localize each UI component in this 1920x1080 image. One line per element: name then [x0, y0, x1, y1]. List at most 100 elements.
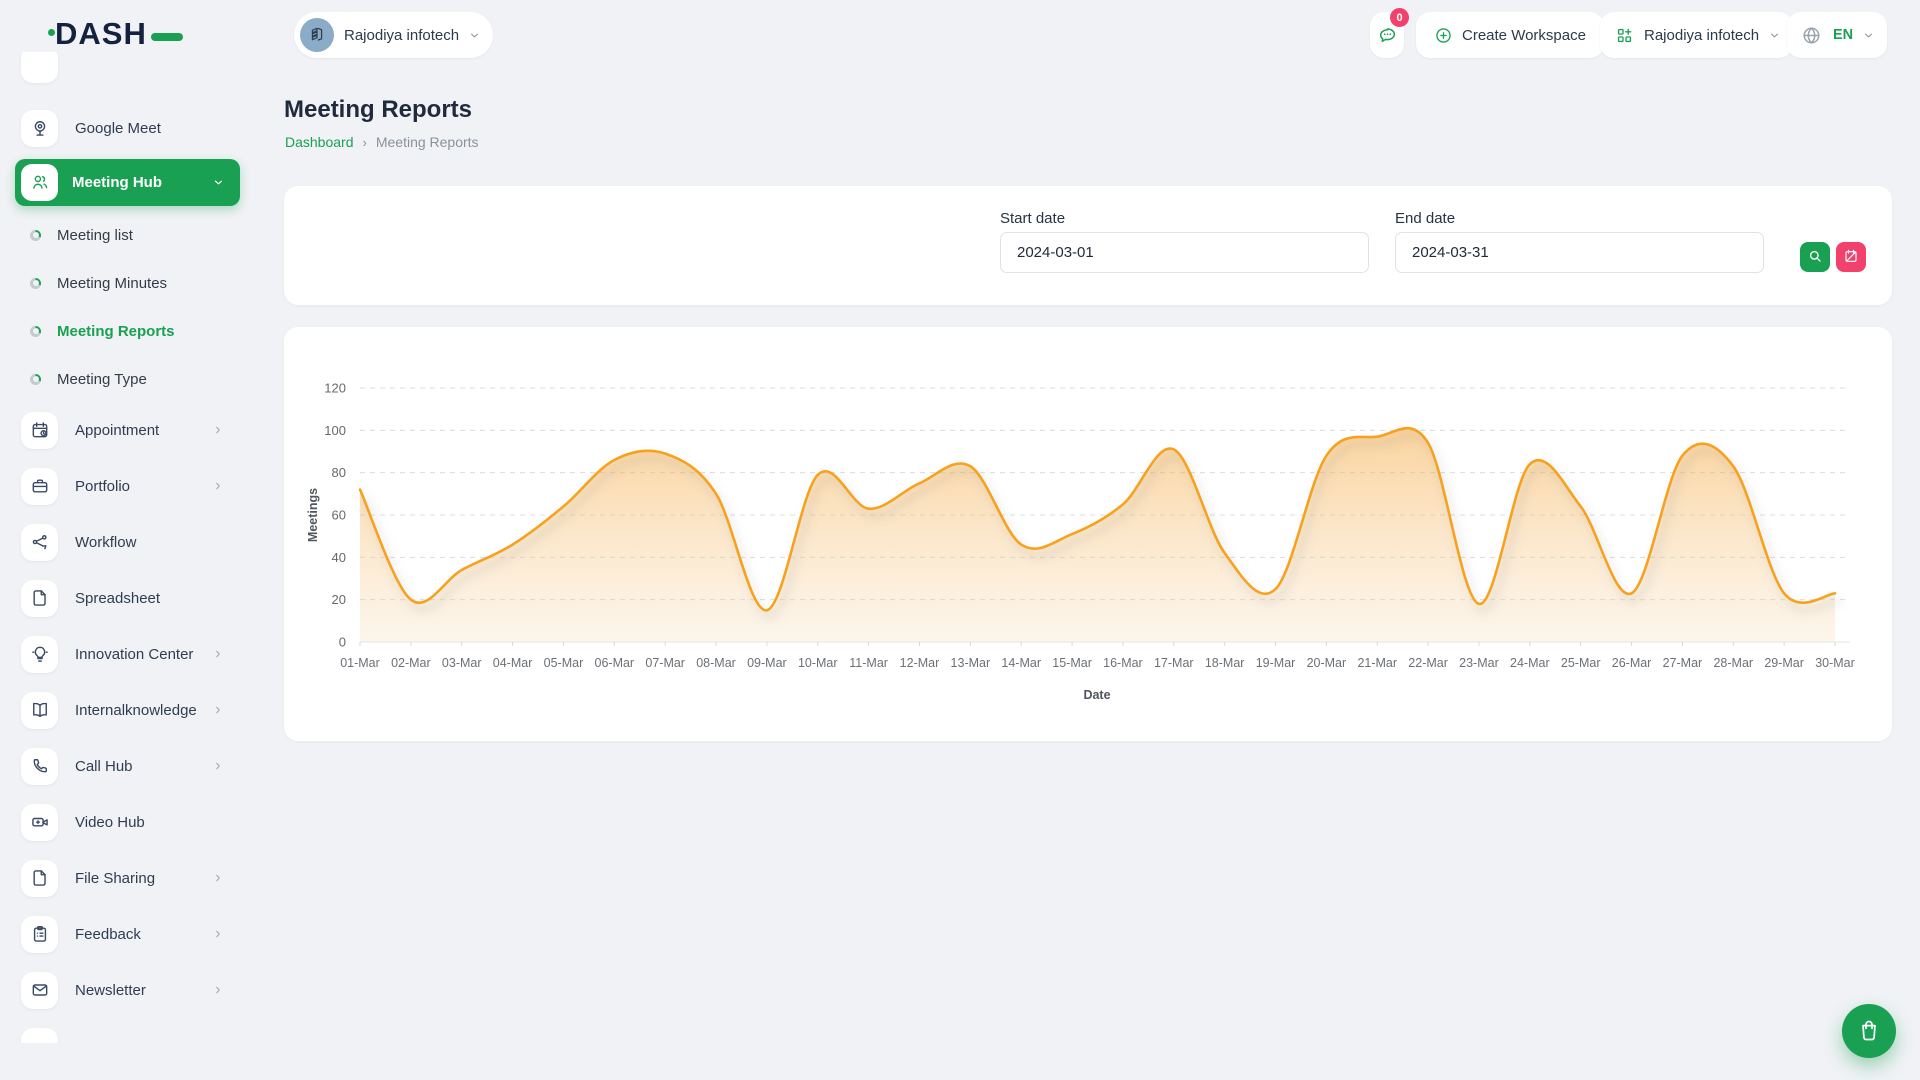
sidebar-item-meeting-hub[interactable]: Meeting Hub: [15, 159, 240, 206]
svg-text:0: 0: [339, 635, 346, 650]
date-filter-card: Start date End date: [284, 186, 1892, 305]
svg-text:19-Mar: 19-Mar: [1256, 656, 1296, 670]
svg-text:120: 120: [324, 381, 346, 396]
sidebar-item-file-sharing[interactable]: File Sharing: [0, 856, 250, 900]
end-date-input[interactable]: [1395, 232, 1764, 273]
svg-text:08-Mar: 08-Mar: [696, 656, 736, 670]
sidebar-item-innovation-center[interactable]: Innovation Center: [0, 632, 250, 676]
svg-text:07-Mar: 07-Mar: [645, 656, 685, 670]
chevron-right-icon: [212, 872, 224, 884]
bullet-icon: [30, 326, 41, 337]
svg-text:22-Mar: 22-Mar: [1408, 656, 1448, 670]
sidebar-subitem-meeting-list[interactable]: Meeting list: [0, 218, 250, 252]
sidebar-subitem-meeting-reports[interactable]: Meeting Reports: [0, 314, 250, 348]
sidebar-partial-item-top[interactable]: [21, 52, 58, 83]
shopping-bag-icon: [1856, 1017, 1882, 1046]
svg-text:09-Mar: 09-Mar: [747, 656, 787, 670]
svg-text:20: 20: [332, 592, 346, 607]
svg-text:26-Mar: 26-Mar: [1612, 656, 1652, 670]
breadcrumb-separator: ›: [363, 135, 367, 150]
svg-text:Meetings: Meetings: [306, 488, 320, 542]
chevron-right-icon: [212, 928, 224, 940]
sidebar-item-portfolio[interactable]: Portfolio: [0, 464, 250, 508]
sidebar-item-label: Meeting Hub: [72, 174, 212, 191]
sidebar-subitem-label: Meeting list: [57, 227, 133, 244]
svg-text:06-Mar: 06-Mar: [595, 656, 635, 670]
phone-icon: [21, 748, 58, 785]
reset-button[interactable]: [1836, 242, 1866, 272]
svg-text:02-Mar: 02-Mar: [391, 656, 431, 670]
chevron-right-icon: [212, 480, 224, 492]
svg-text:13-Mar: 13-Mar: [951, 656, 991, 670]
sidebar-item-label: Spreadsheet: [75, 590, 250, 607]
svg-text:14-Mar: 14-Mar: [1001, 656, 1041, 670]
book-icon: [21, 692, 58, 729]
sidebar-item-label: File Sharing: [75, 870, 212, 887]
sidebar-item-label: Innovation Center: [75, 646, 212, 663]
svg-text:40: 40: [332, 550, 346, 565]
chevron-right-icon: [212, 704, 224, 716]
share-nodes-icon: [21, 524, 58, 561]
calendar-clock-icon: [21, 412, 58, 449]
end-date-label: End date: [1395, 210, 1455, 227]
svg-text:80: 80: [332, 465, 346, 480]
svg-text:28-Mar: 28-Mar: [1713, 656, 1753, 670]
sidebar-item-internalknowledge[interactable]: Internalknowledge: [0, 688, 250, 732]
svg-text:27-Mar: 27-Mar: [1663, 656, 1703, 670]
svg-text:11-Mar: 11-Mar: [849, 656, 888, 670]
sidebar-item-label: Video Hub: [75, 814, 250, 831]
logo-dash-accent: [151, 33, 183, 41]
sidebar-item-workflow[interactable]: Workflow: [0, 520, 250, 564]
sidebar: Google Meet Meeting Hub Meeting list Meetin…: [0, 52, 260, 1043]
svg-text:15-Mar: 15-Mar: [1052, 656, 1092, 670]
chevron-down-icon: [212, 176, 225, 189]
svg-text:12-Mar: 12-Mar: [900, 656, 940, 670]
file-icon: [21, 860, 58, 897]
sidebar-partial-item-bottom[interactable]: [21, 1028, 58, 1043]
sidebar-item-label: Appointment: [75, 422, 212, 439]
sidebar-item-label: Google Meet: [75, 120, 250, 137]
sidebar-subitem-label: Meeting Type: [57, 371, 147, 388]
meetings-area-chart: 02040608010012001-Mar02-Mar03-Mar04-Mar0…: [284, 327, 1892, 746]
breadcrumb: Dashboard › Meeting Reports: [285, 134, 479, 150]
start-date-input[interactable]: [1000, 232, 1369, 273]
sidebar-item-appointment[interactable]: Appointment: [0, 408, 250, 452]
svg-text:Date: Date: [1083, 688, 1110, 702]
svg-text:30-Mar: 30-Mar: [1815, 656, 1855, 670]
svg-text:03-Mar: 03-Mar: [442, 656, 482, 670]
svg-text:18-Mar: 18-Mar: [1205, 656, 1245, 670]
sidebar-subitem-meeting-type[interactable]: Meeting Type: [0, 362, 250, 396]
svg-text:04-Mar: 04-Mar: [493, 656, 533, 670]
app-root: DASH Rajodiya infotech 0 Create Workspac…: [0, 0, 1920, 1080]
sidebar-item-spreadsheet[interactable]: Spreadsheet: [0, 576, 250, 620]
sidebar-item-label: Feedback: [75, 926, 212, 943]
sidebar-item-label: Call Hub: [75, 758, 212, 775]
bullet-icon: [30, 374, 41, 385]
bullet-icon: [30, 278, 41, 289]
svg-text:05-Mar: 05-Mar: [544, 656, 584, 670]
webcam-icon: [21, 110, 58, 147]
svg-text:60: 60: [332, 508, 346, 523]
sidebar-item-label: Internalknowledge: [75, 702, 212, 719]
search-button[interactable]: [1800, 242, 1830, 272]
lightbulb-icon: [21, 636, 58, 673]
sidebar-item-feedback[interactable]: Feedback: [0, 912, 250, 956]
svg-text:17-Mar: 17-Mar: [1154, 656, 1194, 670]
chevron-right-icon: [212, 760, 224, 772]
svg-text:16-Mar: 16-Mar: [1103, 656, 1143, 670]
start-date-label: Start date: [1000, 210, 1065, 227]
svg-text:01-Mar: 01-Mar: [340, 656, 380, 670]
sidebar-item-video-hub[interactable]: Video Hub: [0, 800, 250, 844]
briefcase-icon: [21, 468, 58, 505]
sidebar-item-google-meet[interactable]: Google Meet: [0, 106, 250, 150]
store-fab-button[interactable]: [1842, 1004, 1896, 1058]
chevron-right-icon: [212, 648, 224, 660]
breadcrumb-dashboard-link[interactable]: Dashboard: [285, 134, 354, 150]
meetings-chart-svg: 02040608010012001-Mar02-Mar03-Mar04-Mar0…: [284, 327, 1892, 741]
svg-text:10-Mar: 10-Mar: [798, 656, 838, 670]
sidebar-item-call-hub[interactable]: Call Hub: [0, 744, 250, 788]
app-logo[interactable]: DASH: [55, 16, 183, 52]
calendar-off-icon: [1843, 248, 1859, 267]
sidebar-subitem-meeting-minutes[interactable]: Meeting Minutes: [0, 266, 250, 300]
sidebar-item-newsletter[interactable]: Newsletter: [0, 968, 250, 1012]
